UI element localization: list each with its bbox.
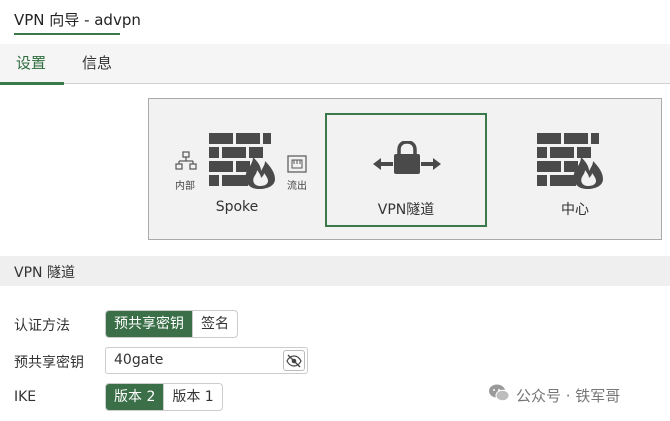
psk-label: 预共享密钥 — [14, 355, 84, 371]
ike-v2-option[interactable]: 版本 2 — [106, 384, 164, 410]
psk-input[interactable] — [114, 352, 274, 368]
ike-version-toggle: 版本 2 版本 1 — [105, 383, 223, 411]
toggle-visibility-button[interactable] — [283, 350, 305, 371]
ike-v1-option[interactable]: 版本 1 — [163, 384, 221, 410]
wizard-header: VPN 向导 - advpn — [0, 0, 670, 44]
auth-signature-option[interactable]: 签名 — [192, 311, 237, 337]
auth-method-toggle: 预共享密钥 签名 — [105, 310, 238, 338]
eye-slash-icon — [286, 354, 302, 372]
internal-label: 内部 — [175, 181, 195, 192]
section-title: VPN 隧道 — [14, 265, 75, 281]
auth-psk-option[interactable]: 预共享密钥 — [106, 311, 192, 337]
ike-label: IKE — [14, 389, 37, 405]
outbound-port-icon — [287, 155, 307, 177]
arrow-right-icon — [421, 157, 441, 175]
psk-field[interactable] — [105, 347, 308, 374]
auth-method-label: 认证方法 — [14, 318, 70, 334]
page-title: VPN 向导 - advpn — [14, 11, 141, 29]
internal-network-icon — [175, 151, 197, 179]
tab-bar: 设置 信息 — [0, 44, 670, 85]
lock-icon — [393, 140, 421, 179]
firewall-icon — [209, 133, 275, 193]
wechat-icon — [488, 383, 516, 407]
hub-node[interactable]: 中心 — [487, 99, 663, 239]
vpn-tunnel-section-header: VPN 隧道 — [0, 256, 670, 286]
vpn-tunnel-node[interactable]: VPN隧道 — [325, 113, 487, 227]
watermark: 公众号 · 铁军哥 — [488, 384, 620, 406]
vpn-tunnel-label: VPN隧道 — [377, 202, 435, 218]
outbound-label: 流出 — [287, 181, 307, 192]
tab-info[interactable]: 信息 — [82, 44, 112, 84]
arrow-left-icon — [373, 157, 393, 175]
tab-settings[interactable]: 设置 — [16, 44, 46, 84]
firewall-icon — [537, 133, 603, 193]
title-underline — [14, 33, 120, 35]
active-tab-indicator — [0, 82, 64, 85]
spoke-label: Spoke — [215, 199, 259, 215]
hub-label: 中心 — [561, 202, 589, 218]
vpn-topology-diagram: 内部 流出 Spoke VPN隧道 中心 — [148, 98, 662, 240]
watermark-text: 公众号 · 铁军哥 — [516, 386, 621, 405]
spoke-node[interactable]: 内部 流出 Spoke — [149, 99, 325, 239]
